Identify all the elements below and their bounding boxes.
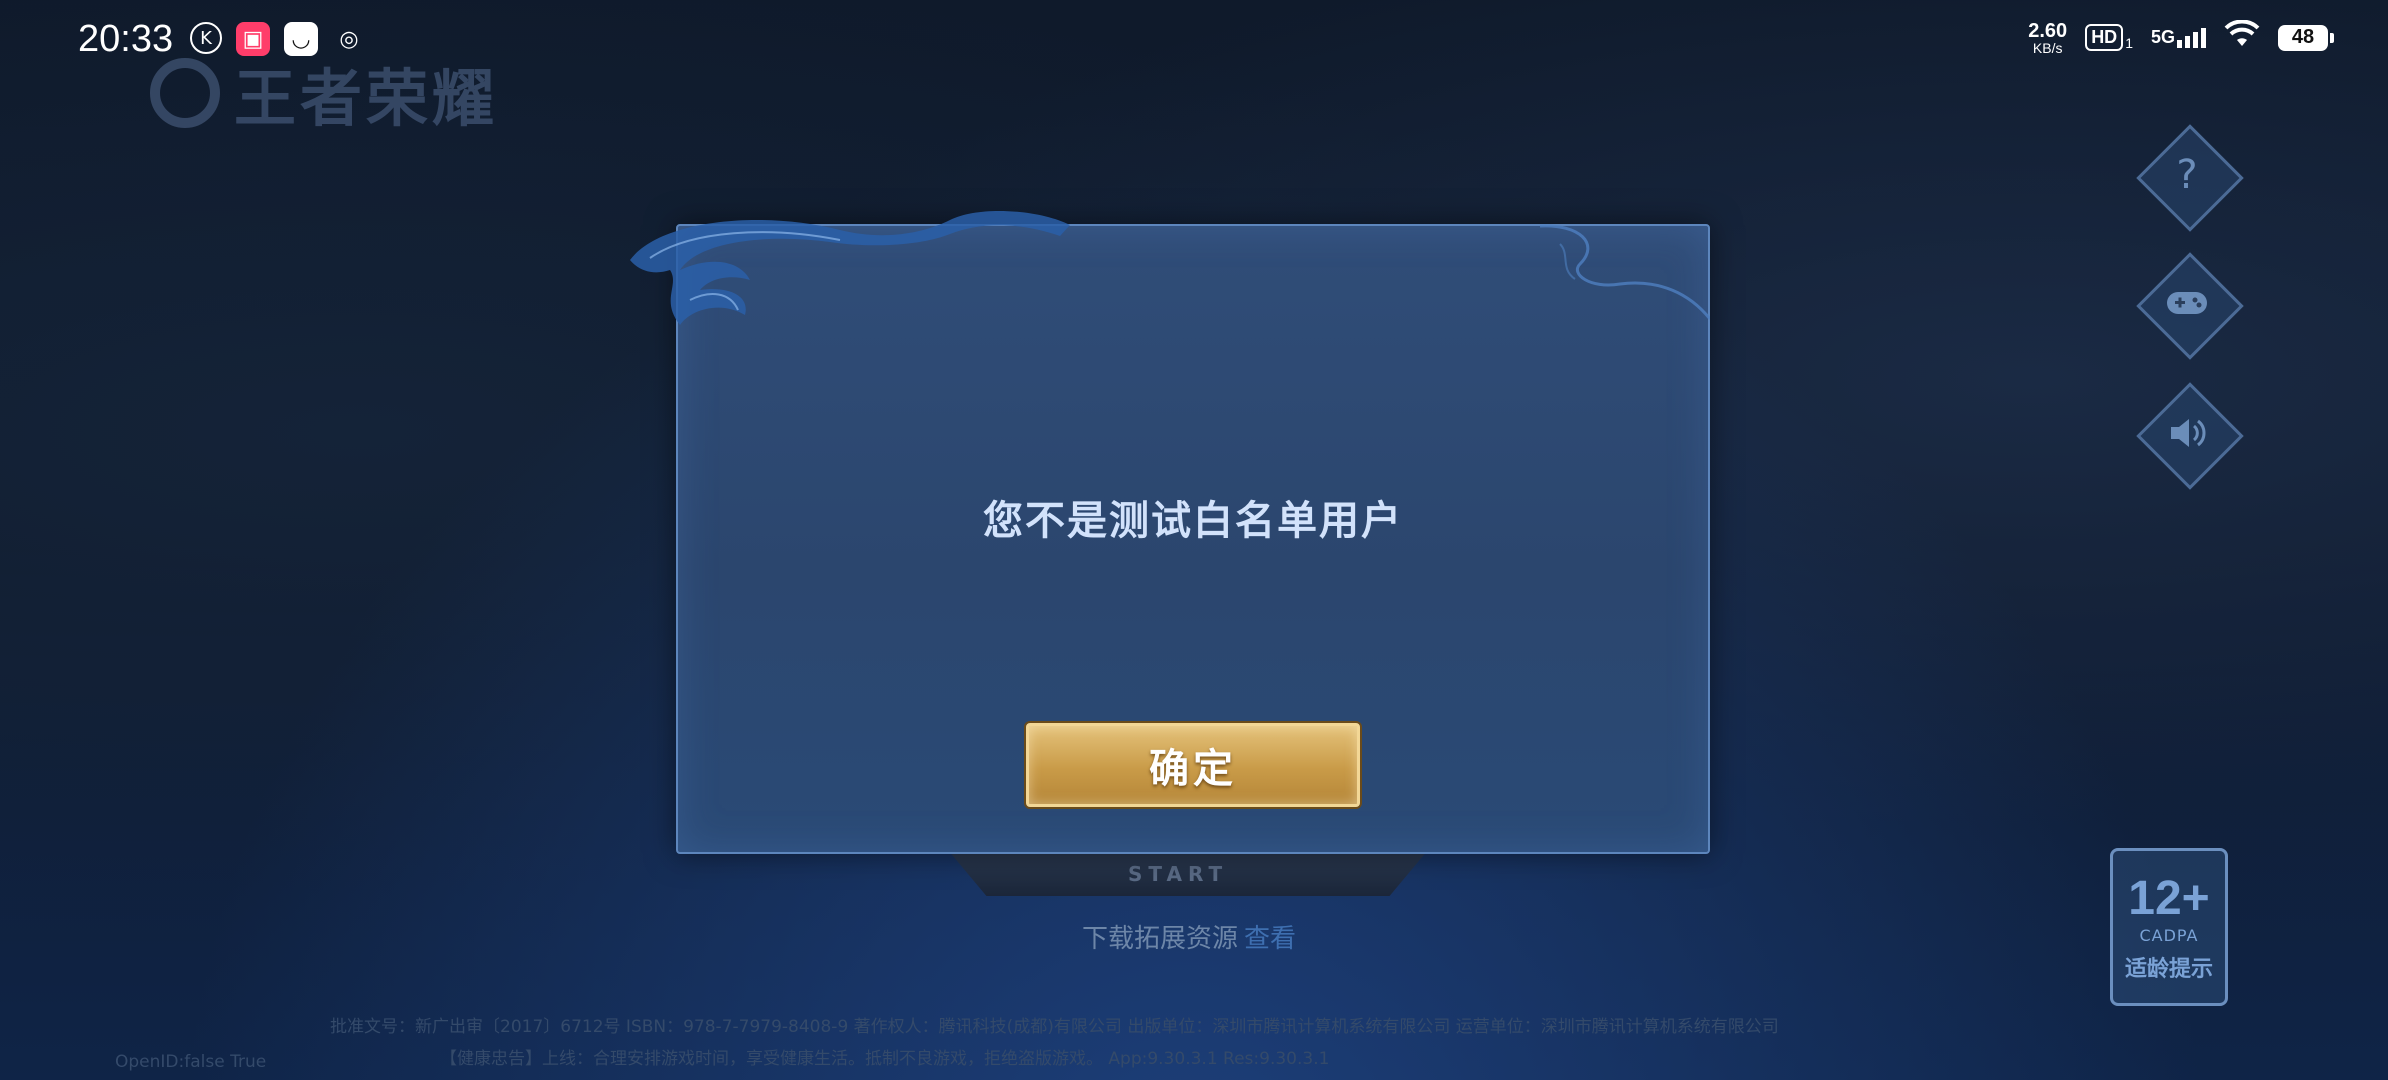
age-rating-org: CADPA — [2139, 926, 2199, 945]
hd-indicator: HD 1 — [2085, 24, 2133, 51]
download-resources: 下载拓展资源 查看 — [1082, 918, 1296, 955]
question-icon: ? — [2176, 152, 2198, 198]
dialog-message: 您不是测试白名单用户 — [983, 498, 1403, 544]
age-rating-tip: 适龄提示 — [2124, 957, 2213, 982]
openid-text: OpenID:false True — [115, 1052, 267, 1072]
net-speed-unit: KB/s — [2032, 39, 2063, 56]
help-button[interactable]: ? — [2136, 124, 2244, 232]
hd-icon: HD — [2085, 24, 2124, 51]
game-logo-mark-icon — [150, 58, 220, 128]
hd-sub: 1 — [2125, 35, 2133, 51]
network-type: 5G — [2150, 27, 2175, 47]
age-rating-badge: 12+ CADPA 适龄提示 — [2110, 848, 2228, 1006]
net-speed-value: 2.60 — [2028, 19, 2068, 42]
gamepad-button[interactable] — [2136, 252, 2244, 360]
confirm-button[interactable]: 确定 — [1026, 723, 1360, 807]
age-rating: 12+ — [2128, 872, 2210, 925]
sound-button[interactable] — [2136, 382, 2244, 490]
speaker-icon — [2152, 398, 2222, 468]
game-logo: 王者荣耀 — [150, 48, 498, 138]
start-label: START — [1128, 862, 1229, 886]
cellular-signal: 5G — [2151, 27, 2206, 48]
game-logo-text: 王者荣耀 — [234, 62, 499, 135]
battery-icon: 48 — [2278, 24, 2334, 51]
download-view-link[interactable]: 查看 — [1244, 924, 1296, 954]
dialog-swirl-decoration-icon — [630, 210, 1070, 325]
footer-copyright-line-2: 【健康忠告】上线：合理安排游戏时间，享受健康生活。抵制不良游戏，拒绝盗版游戏。 … — [440, 1049, 1330, 1069]
net-speed: 2.60 KB/s — [2028, 21, 2067, 55]
gamepad-icon — [2152, 268, 2222, 338]
status-right-group: 2.60 KB/s HD 1 5G 48 — [2028, 19, 2334, 55]
download-label: 下载拓展资源 — [1082, 924, 1239, 954]
footer-copyright-line-1: 批准文号：新广出审〔2017〕6712号 ISBN：978-7-7979-840… — [330, 1017, 1779, 1037]
wifi-icon — [2224, 19, 2260, 55]
dialog-corner-decoration-icon — [1540, 224, 1710, 320]
signal-bars-icon — [2177, 28, 2206, 48]
